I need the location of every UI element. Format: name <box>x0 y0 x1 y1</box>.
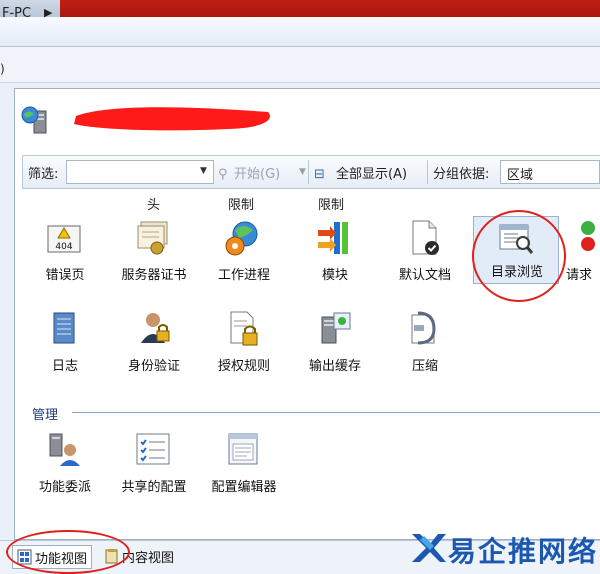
feature-default-document[interactable]: 默认文档 <box>382 218 468 292</box>
feature-label: 默认文档 <box>398 268 451 283</box>
compression-icon <box>411 311 436 345</box>
group-by-select[interactable]: 区域 <box>500 160 600 184</box>
feature-logging[interactable]: 日志 <box>22 309 108 383</box>
server-icon <box>21 106 47 134</box>
filter-input[interactable] <box>66 160 214 184</box>
logging-icon <box>53 312 75 344</box>
feature-modules[interactable]: 模块 <box>292 218 378 292</box>
group-title-management: 管理 <box>32 408 59 423</box>
menu-item-help[interactable]: ) <box>0 62 5 76</box>
category-header: 头 <box>147 198 161 213</box>
brand-watermark-text: 易企推网络 <box>448 535 599 568</box>
show-all-icon: ⊟ <box>314 167 325 182</box>
feature-shared-configuration[interactable]: 共享的配置 <box>111 430 197 504</box>
window-title-strip <box>0 0 600 17</box>
toolbar-separator <box>308 160 309 184</box>
category-header: 限制 <box>228 198 255 213</box>
shared-configuration-icon <box>136 433 170 465</box>
feature-authorization-rules[interactable]: 授权规则 <box>201 309 287 383</box>
start-dropdown-icon[interactable]: ▼ <box>299 167 306 177</box>
start-filter-button[interactable]: ⚲ 开始(G) <box>218 163 280 182</box>
feature-label: 压缩 <box>411 359 438 374</box>
server-certificate-icon <box>137 221 168 255</box>
brand-logo-icon <box>412 534 446 562</box>
annotation-ellipse <box>472 210 566 302</box>
menu-bar <box>0 47 600 83</box>
default-document-icon <box>412 220 439 255</box>
toolbar-separator <box>427 160 428 184</box>
authorization-rules-icon <box>230 311 258 346</box>
feature-output-caching[interactable]: 输出缓存 <box>292 309 378 383</box>
show-all-button[interactable]: ⊟ 全部显示(A) <box>314 163 407 182</box>
category-header: 限制 <box>318 198 345 213</box>
request-filtering-icon <box>581 221 595 251</box>
feature-label: 请求 <box>566 268 593 283</box>
breadcrumb-server[interactable]: F-PC <box>2 6 31 21</box>
feature-delegation-icon <box>49 433 80 466</box>
configuration-editor-icon <box>228 433 258 465</box>
feature-error-pages[interactable]: 404 错误页 <box>22 218 108 292</box>
binoculars-icon: ⚲ <box>218 167 228 182</box>
feature-server-certificates[interactable]: 服务器证书 <box>111 218 197 292</box>
svg-text:404: 404 <box>55 242 72 252</box>
feature-configuration-editor[interactable]: 配置编辑器 <box>201 430 287 504</box>
feature-compression[interactable]: 压缩 <box>382 309 468 383</box>
annotation-ellipse <box>6 530 130 574</box>
group-by-label: 分组依据: <box>433 167 490 182</box>
feature-worker-processes[interactable]: 工作进程 <box>201 218 287 292</box>
address-bar[interactable] <box>0 17 600 47</box>
feature-request-filtering[interactable]: 请求 <box>560 218 600 292</box>
authentication-icon <box>141 313 170 343</box>
modules-icon <box>318 222 348 254</box>
feature-delegation[interactable]: 功能委派 <box>22 430 108 504</box>
filter-dropdown-icon[interactable]: ▼ <box>200 166 207 176</box>
group-divider <box>72 412 600 413</box>
feature-authentication[interactable]: 身份验证 <box>111 309 197 383</box>
redacted-server-name <box>74 107 270 131</box>
feature-label: 配置编辑器 <box>211 480 277 495</box>
output-caching-icon <box>321 312 351 344</box>
filter-label: 筛选: <box>28 167 59 182</box>
breadcrumb-arrow-icon[interactable]: ▶ <box>44 6 52 19</box>
worker-process-icon <box>225 221 258 256</box>
error-page-404-icon: 404 <box>47 225 81 253</box>
